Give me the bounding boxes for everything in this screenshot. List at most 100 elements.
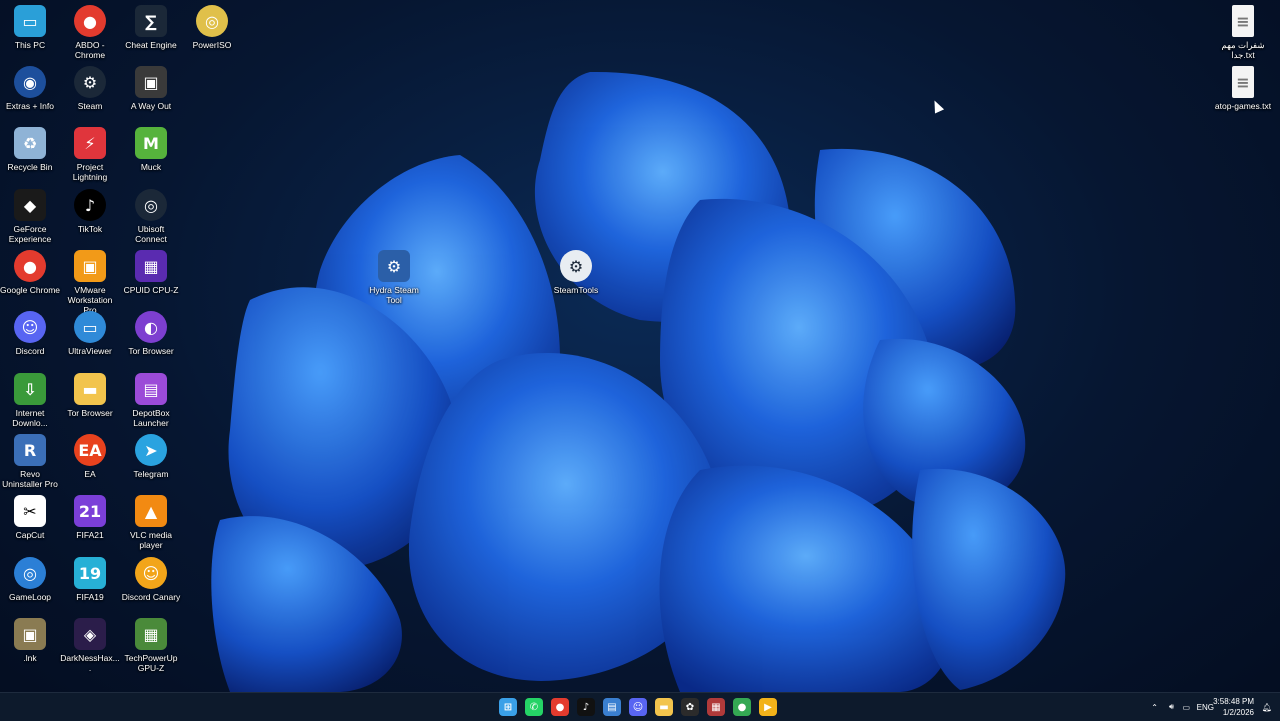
volume-icon[interactable]: 🔊︎ xyxy=(1169,693,1174,721)
desktop-icon-label: GameLoop xyxy=(8,592,52,602)
desktop-icon[interactable]: 19 FIFA19 xyxy=(60,557,120,602)
desktop-icon-label: Project Lightning xyxy=(72,162,108,182)
globe-icon: ◉ xyxy=(14,66,46,98)
cpuz-icon: ▦ xyxy=(135,250,167,282)
desktop-icon-label: Muck xyxy=(140,162,162,172)
desktop-icon-label: Recycle Bin xyxy=(7,162,53,172)
desktop-icon[interactable]: M Muck xyxy=(121,127,181,172)
desktop-icon[interactable]: R Revo Uninstaller Pro xyxy=(0,434,60,489)
ultraviewer-icon: ▭ xyxy=(74,311,106,343)
desktop-icon[interactable]: ◈ DarkNessHax.... xyxy=(60,618,120,673)
tor-icon: ◐ xyxy=(135,311,167,343)
chatgpt-icon[interactable]: ✿ xyxy=(681,698,699,716)
desktop-icon[interactable]: ◆ GeForce Experience xyxy=(0,189,60,244)
desktop-icon[interactable]: ▦ CPUID CPU-Z xyxy=(121,250,181,295)
desktop-icon[interactable]: ▤ DepotBox Launcher xyxy=(121,373,181,428)
recycle-bin-icon: ♻ xyxy=(14,127,46,159)
monitor-icon: ▭ xyxy=(14,5,46,37)
desktop-icon-label: DepotBox Launcher xyxy=(132,408,170,428)
fifa19-icon: 19 xyxy=(74,557,106,589)
muck-icon: M xyxy=(135,127,167,159)
desktop-icon[interactable]: ✂ CapCut xyxy=(0,495,60,540)
desktop-icon-label: UltraViewer xyxy=(68,346,112,356)
desktop-icon[interactable]: ● ABDO - Chrome xyxy=(60,5,120,60)
tiktok-icon[interactable]: ♪ xyxy=(577,698,595,716)
pubg-icon: ▣ xyxy=(14,618,46,650)
poweriso-icon: ◎ xyxy=(196,5,228,37)
desktop-icon[interactable]: ♻ Recycle Bin xyxy=(0,127,60,172)
idm-icon: ⇩ xyxy=(14,373,46,405)
fifa21-icon: 21 xyxy=(74,495,106,527)
desktop-icon[interactable]: ▦ TechPowerUp GPU-Z xyxy=(121,618,181,673)
desktop-icon-label: GeForce Experience xyxy=(8,224,52,244)
capcut-icon: ✂ xyxy=(14,495,46,527)
discord-icon: ☺ xyxy=(14,311,46,343)
desktop-icon-label: CPUID CPU-Z xyxy=(123,285,179,295)
gpuz-icon: ▦ xyxy=(135,618,167,650)
start-button[interactable]: ⊞ xyxy=(499,698,517,716)
desktop-icon[interactable]: ⚙ SteamTools xyxy=(546,250,606,295)
ubisoft-icon: ◎ xyxy=(135,189,167,221)
desktop-icon[interactable]: ◎ Ubisoft Connect xyxy=(121,189,181,244)
text-file-icon: ≡ xyxy=(1232,66,1254,98)
desktop-icon-label: A Way Out xyxy=(130,101,172,111)
desktop-icon-label: Discord xyxy=(15,346,45,356)
desktop-icon[interactable]: ◉ Extras + Info xyxy=(0,66,60,111)
desktop-icon[interactable]: EA EA xyxy=(60,434,120,479)
desktop-icon[interactable]: ● Google Chrome xyxy=(0,250,60,295)
desktop-icon[interactable]: ▭ UltraViewer xyxy=(60,311,120,356)
desktop-icon-label: Internet Downlo... xyxy=(12,408,48,428)
hydra-steam-icon: ⚙ xyxy=(378,250,410,282)
desktop-icon[interactable]: ▬ Tor Browser xyxy=(60,373,120,418)
vlc-icon: ▲ xyxy=(135,495,167,527)
notifications-bell-icon[interactable]: 🔔︎ xyxy=(1262,693,1272,721)
desktop-icon-label: EA xyxy=(84,469,96,479)
desktop-icon[interactable]: ▭ This PC xyxy=(0,5,60,50)
desktop-icon[interactable]: ◎ GameLoop xyxy=(0,557,60,602)
desktop-icon[interactable]: ≡ atop-games.txt xyxy=(1213,66,1273,111)
desktop-icon-label: VLC media player xyxy=(129,530,173,550)
desktop-icon[interactable]: ≡ شفرات مهم جدا.txt xyxy=(1213,5,1273,60)
system-clock[interactable]: 3:58:48 PM 1/2/2026 xyxy=(1213,696,1254,718)
desktop-icon-label: ABDO - Chrome xyxy=(74,40,106,60)
file-explorer-icon[interactable]: ▬ xyxy=(655,698,673,716)
tiktok-icon: ♪ xyxy=(74,189,106,221)
desktop-icon-label: DarkNessHax.... xyxy=(60,653,120,673)
desktop-icon-label: Cheat Engine xyxy=(125,40,177,50)
desktop-icon[interactable]: ♪ TikTok xyxy=(60,189,120,234)
chrome-profile-icon[interactable]: ● xyxy=(733,698,751,716)
desktop-icon[interactable]: ▣ .lnk xyxy=(0,618,60,663)
desktop-icon[interactable]: ◎ PowerISO xyxy=(182,5,242,50)
desktop-icon[interactable]: ∑ Cheat Engine xyxy=(121,5,181,50)
discord-icon[interactable]: ☺ xyxy=(629,698,647,716)
desktop-icon[interactable]: ◐ Tor Browser xyxy=(121,311,181,356)
desktop-icon[interactable]: ⚙ Hydra Steam Tool xyxy=(364,250,424,305)
steamtools-icon: ⚙ xyxy=(560,250,592,282)
desktop-icon[interactable]: ▣ A Way Out xyxy=(121,66,181,111)
desktop-icon-label: TechPowerUp GPU-Z xyxy=(124,653,178,673)
desktop-icon-label: شفرات مهم جدا.txt xyxy=(1221,40,1265,60)
text-file-icon: ≡ xyxy=(1232,5,1254,37)
ea-icon: EA xyxy=(74,434,106,466)
show-hidden-icons-button[interactable]: ⌃ xyxy=(1151,693,1158,721)
media-player-icon[interactable]: ▶ xyxy=(759,698,777,716)
network-icon[interactable]: ▭ xyxy=(1182,693,1190,721)
clock-time: 3:58:48 PM xyxy=(1213,697,1254,706)
winrar-icon[interactable]: ▦ xyxy=(707,698,725,716)
control-panel-icon[interactable]: ▤ xyxy=(603,698,621,716)
desktop-icon[interactable]: ▲ VLC media player xyxy=(121,495,181,550)
desktop-icon[interactable]: 21 FIFA21 xyxy=(60,495,120,540)
chevron-up-icon: ⌃ xyxy=(1151,702,1158,712)
chrome-icon[interactable]: ● xyxy=(551,698,569,716)
desktop-icon[interactable]: ⚡ Project Lightning xyxy=(60,127,120,182)
desktop-icon[interactable]: ☺ Discord Canary xyxy=(121,557,181,602)
desktop-icon-label: SteamTools xyxy=(553,285,599,295)
desktop-icon[interactable]: ▣ VMware Workstation Pro xyxy=(60,250,120,315)
desktop-icon-label: TikTok xyxy=(77,224,103,234)
desktop-icon[interactable]: ⚙ Steam xyxy=(60,66,120,111)
language-indicator[interactable]: ENG xyxy=(1197,693,1214,721)
desktop-icon[interactable]: ⇩ Internet Downlo... xyxy=(0,373,60,428)
desktop-icon[interactable]: ☺ Discord xyxy=(0,311,60,356)
desktop-icon[interactable]: ➤ Telegram xyxy=(121,434,181,479)
whatsapp-icon[interactable]: ✆ xyxy=(525,698,543,716)
